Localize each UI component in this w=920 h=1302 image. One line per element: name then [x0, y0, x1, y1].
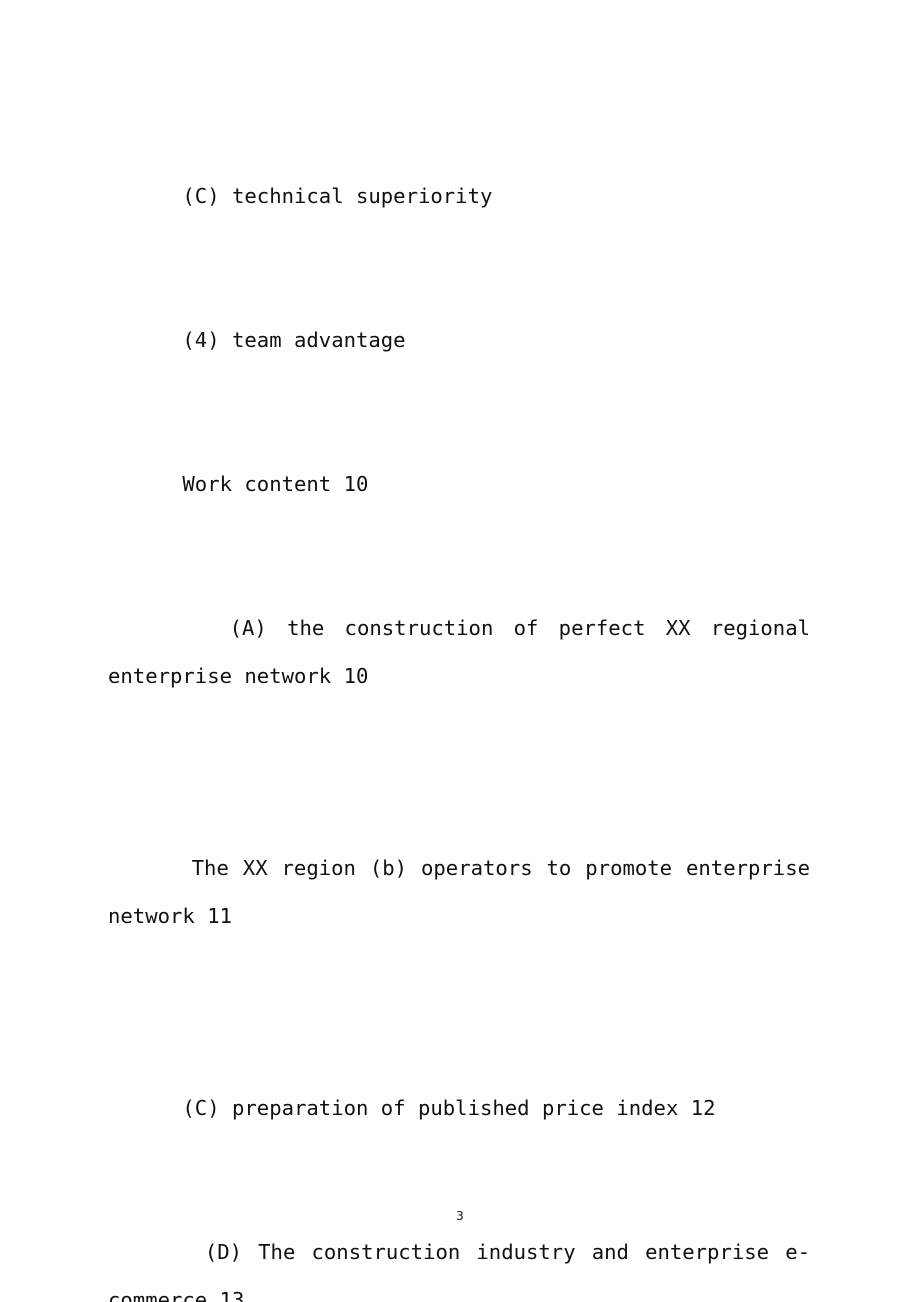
toc-entry-text: The XX region (b) operators to promote e…	[108, 856, 823, 928]
toc-entry: (C) technical superiority	[108, 124, 810, 268]
toc-entry-text: (C) technical superiority	[182, 184, 493, 208]
toc-entry: (4) team advantage	[108, 268, 810, 412]
toc-entry: (A) the construction of perfect XX regio…	[108, 556, 810, 796]
toc-entry-text: Work content 10	[182, 472, 369, 496]
toc-entry-text: (D) The construction industry and enterp…	[108, 1240, 810, 1302]
toc-entry: (D) The construction industry and enterp…	[108, 1180, 810, 1302]
toc-entry: Work content 10	[108, 412, 810, 556]
toc-entry-text: (4) team advantage	[182, 328, 406, 352]
table-of-contents: (C) technical superiority (4) team advan…	[108, 124, 810, 1302]
toc-entry: The XX region (b) operators to promote e…	[108, 796, 810, 1036]
document-page: (C) technical superiority (4) team advan…	[0, 0, 920, 1302]
toc-entry-text: (A) the construction of perfect XX regio…	[108, 616, 823, 688]
toc-entry: (C) preparation of published price index…	[108, 1036, 810, 1180]
page-number: 3	[456, 1208, 464, 1223]
toc-entry-text: (C) preparation of published price index…	[182, 1096, 716, 1120]
